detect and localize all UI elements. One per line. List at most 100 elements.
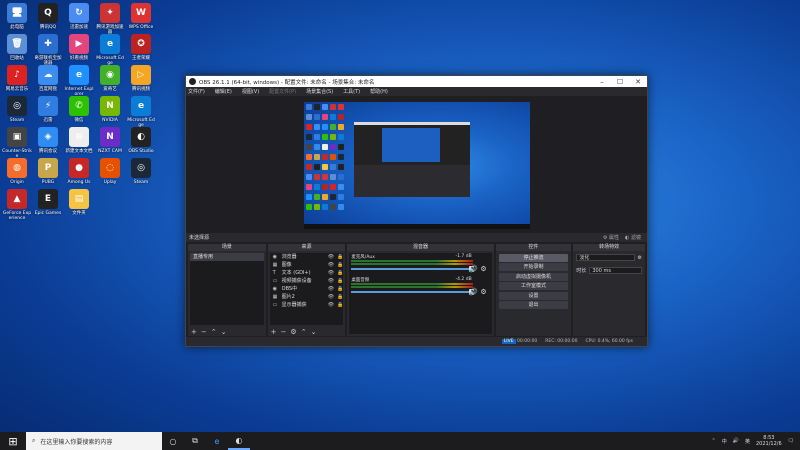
move-up-icon[interactable]: ⌃ <box>301 328 307 336</box>
settings-button[interactable]: 设置 <box>498 291 569 300</box>
desktop-icon[interactable]: ◎ Steam <box>2 96 32 123</box>
source-item[interactable]: T 文本 (GDI+) 👁 🔒 <box>270 269 344 277</box>
task-view-icon[interactable]: ⧉ <box>184 432 206 450</box>
desktop-icon[interactable]: E Epic Games <box>33 189 63 216</box>
channel-settings-icon[interactable]: ⚙ <box>480 265 486 273</box>
ime-indicator[interactable]: 中 <box>722 438 727 445</box>
desktop-icon[interactable]: N NVIDIA <box>95 96 125 123</box>
minimize-icon[interactable]: – <box>593 78 611 86</box>
preview-canvas[interactable] <box>304 102 530 229</box>
source-item[interactable]: ▦ 图片2 👁 🔒 <box>270 293 344 301</box>
source-item[interactable]: ▦ 图像 👁 🔒 <box>270 261 344 269</box>
clock[interactable]: 8:53 2021/12/6 <box>756 435 782 447</box>
desktop-icon[interactable]: P PUBG <box>33 158 63 185</box>
desktop-icon[interactable]: ☁ 百度网盘 <box>33 65 63 92</box>
source-item[interactable]: ◉ OBS中 👁 🔒 <box>270 285 344 293</box>
lock-icon[interactable]: 🔒 <box>337 269 343 277</box>
menu-tools[interactable]: 工具(T) <box>343 88 360 95</box>
exit-button[interactable]: 退出 <box>498 301 569 309</box>
desktop-icon[interactable]: Q 腾讯QQ <box>33 3 63 30</box>
volume-icon[interactable]: 🔊 <box>733 438 739 444</box>
edge-icon[interactable]: e <box>206 432 228 450</box>
desktop-icon[interactable]: ◐ OBS Studio <box>126 127 156 154</box>
lock-icon[interactable]: 🔒 <box>337 301 343 309</box>
desktop-icon[interactable]: ▤ 文件夹 <box>64 189 94 216</box>
duration-input[interactable]: 300 ms <box>589 267 642 274</box>
desktop-icon[interactable]: ◈ 腾讯会议 <box>33 127 63 154</box>
desktop-icon[interactable]: W WPS Office <box>126 3 156 30</box>
desktop-icon[interactable]: ▲ GeForce Experience <box>2 189 32 221</box>
close-icon[interactable]: ✕ <box>629 78 647 86</box>
sources-list[interactable]: ◉ 浏览器 👁 🔒 ▦ 图像 👁 🔒 T 文本 (GDI+) 👁 🔒 ▭ 视频捕获设备 👁 🔒 ◉ OBS中 👁 🔒 ▦… <box>269 253 344 325</box>
studio-mode-button[interactable]: 工作室模式 <box>498 282 569 290</box>
move-down-icon[interactable]: ⌄ <box>221 328 227 336</box>
start-recording-button[interactable]: 开始录制 <box>498 263 569 271</box>
transition-type-select[interactable]: 淡化 <box>576 254 635 261</box>
desktop-icon[interactable]: ▶ 好看视频 <box>64 34 94 61</box>
scene-item[interactable]: 直播专用 <box>190 253 264 261</box>
lang-indicator[interactable]: 英 <box>745 438 750 445</box>
desktop-icon[interactable]: ● Among Us <box>64 158 94 185</box>
menu-edit[interactable]: 编辑(E) <box>215 88 232 95</box>
lock-icon[interactable]: 🔒 <box>337 285 343 293</box>
visibility-eye-icon[interactable]: 👁 <box>328 261 334 269</box>
mute-speaker-icon[interactable]: 🔊 <box>469 265 478 273</box>
move-down-icon[interactable]: ⌄ <box>311 328 317 336</box>
move-up-icon[interactable]: ⌃ <box>211 328 217 336</box>
desktop-icon[interactable]: ✪ 王者荣耀 <box>126 34 156 61</box>
desktop-icon[interactable]: ♪ 网易云音乐 <box>2 65 32 92</box>
source-item[interactable]: ▭ 视频捕获设备 👁 🔒 <box>270 277 344 285</box>
filters-button[interactable]: ◐ 滤镜 <box>625 234 641 241</box>
visibility-eye-icon[interactable]: 👁 <box>328 293 334 301</box>
lock-icon[interactable]: 🔒 <box>337 253 343 261</box>
desktop-icon[interactable]: N NZXT CAM <box>95 127 125 154</box>
visibility-eye-icon[interactable]: 👁 <box>328 301 334 309</box>
desktop-icon[interactable]: ✚ 奇游联机宝加速器 <box>33 34 63 66</box>
menu-view[interactable]: 视图(V) <box>242 88 259 95</box>
desktop-icon[interactable]: ≡ 新建文本文档 <box>64 127 94 154</box>
cortana-icon[interactable]: ○ <box>162 432 184 450</box>
desktop-icon[interactable]: ⚡ 迅雷 <box>33 96 63 123</box>
desktop-icon[interactable]: e Microsoft Edge <box>95 34 125 66</box>
stop-streaming-button[interactable]: 停止推流 <box>498 253 569 262</box>
visibility-eye-icon[interactable]: 👁 <box>328 285 334 293</box>
visibility-eye-icon[interactable]: 👁 <box>328 277 334 285</box>
add-scene-icon[interactable]: + <box>191 328 197 336</box>
lock-icon[interactable]: 🔒 <box>337 261 343 269</box>
desktop-icon[interactable]: e Internet Explorer <box>64 65 94 97</box>
add-source-icon[interactable]: + <box>271 328 277 336</box>
lock-icon[interactable]: 🔒 <box>337 293 343 301</box>
menu-help[interactable]: 帮助(H) <box>370 88 388 95</box>
maximize-icon[interactable]: ☐ <box>611 78 629 86</box>
channel-settings-icon[interactable]: ⚙ <box>480 288 486 296</box>
menu-profile[interactable]: 配置文件(P) <box>269 88 296 95</box>
source-item[interactable]: ◉ 浏览器 👁 🔒 <box>270 253 344 261</box>
desktop-icon[interactable]: 🖥 此电脑 <box>2 3 32 30</box>
tray-chevron-icon[interactable]: ⌃ <box>712 438 716 444</box>
source-settings-icon[interactable]: ⚙ <box>290 328 296 336</box>
transition-settings-icon[interactable]: ⚙ <box>638 255 642 261</box>
desktop-icon[interactable]: ▣ Counter-Strike <box>2 127 32 159</box>
taskbar-search[interactable]: ⌕ 在这里输入你要搜索的内容 <box>26 432 162 450</box>
volume-slider[interactable] <box>351 268 474 270</box>
desktop-icon[interactable]: ↻ 迅雷加速 <box>64 3 94 30</box>
remove-source-icon[interactable]: − <box>281 328 287 336</box>
notification-icon[interactable]: 🗨 <box>788 438 794 444</box>
desktop-icon[interactable]: ✆ 微信 <box>64 96 94 123</box>
menu-scene-collection[interactable]: 场景集合(S) <box>306 88 333 95</box>
scenes-list[interactable]: 直播专用 <box>190 253 264 325</box>
desktop-icon[interactable]: e Microsoft Edge <box>126 96 156 128</box>
volume-slider[interactable] <box>351 291 474 293</box>
lock-icon[interactable]: 🔒 <box>337 277 343 285</box>
desktop-icon[interactable]: ✦ 腾讯游戏加速器 <box>95 3 125 35</box>
desktop-icon[interactable]: ▷ 腾讯视频 <box>126 65 156 92</box>
remove-scene-icon[interactable]: − <box>201 328 207 336</box>
menu-file[interactable]: 文件(F) <box>188 88 205 95</box>
desktop-icon[interactable]: ◎ Steam <box>126 158 156 185</box>
start-virtual-camera-button[interactable]: 启动虚拟摄像机 <box>498 272 569 281</box>
start-button[interactable]: ⊞ <box>0 432 26 450</box>
obs-title-bar[interactable]: OBS 26.1.1 (64-bit, windows) - 配置文件: 未命名… <box>186 76 647 87</box>
obs-taskbar-icon[interactable]: ◐ <box>228 432 250 450</box>
visibility-eye-icon[interactable]: 👁 <box>328 253 334 261</box>
visibility-eye-icon[interactable]: 👁 <box>328 269 334 277</box>
